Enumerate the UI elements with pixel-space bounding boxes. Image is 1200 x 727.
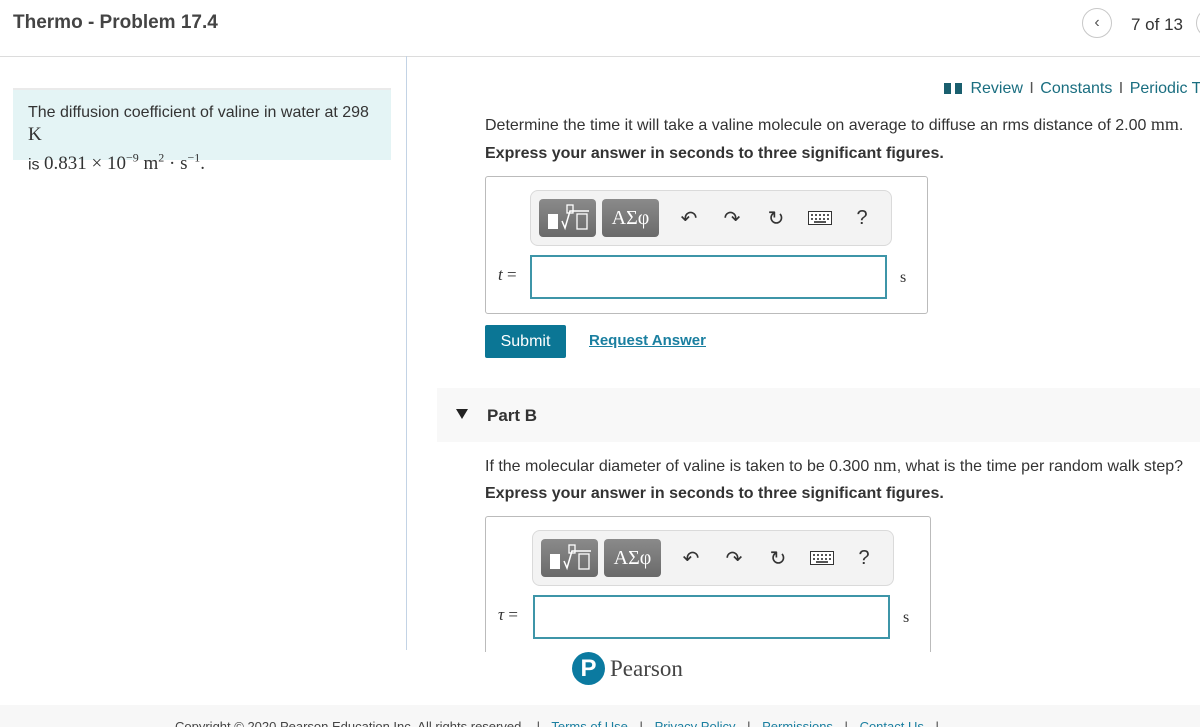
answer-variable-label: t = bbox=[498, 265, 517, 284]
pearson-logo-icon: P bbox=[572, 652, 605, 685]
part-a-answer-box: ΑΣφ ↶ ↷ ↻ ? t = s bbox=[485, 176, 928, 314]
keyboard-icon[interactable] bbox=[809, 545, 835, 571]
chevron-left-icon: ‹ bbox=[1094, 14, 1100, 31]
intro-value: 0.831 × 10−9 m2 · s−1. bbox=[44, 151, 206, 175]
intro-temp-unit: K bbox=[28, 124, 42, 145]
separator: I bbox=[1029, 80, 1034, 97]
problem-position: 7 of 13 bbox=[1131, 15, 1183, 34]
symbols-button[interactable]: ΑΣφ bbox=[604, 539, 661, 577]
symbols-button[interactable]: ΑΣφ bbox=[602, 199, 659, 237]
part-b-instruction: Express your answer in seconds to three … bbox=[485, 485, 944, 502]
redo-icon[interactable]: ↷ bbox=[721, 545, 747, 571]
reset-icon[interactable]: ↻ bbox=[763, 205, 789, 231]
math-toolbar: ΑΣφ ↶ ↷ ↻ ? bbox=[532, 530, 894, 586]
undo-icon[interactable]: ↶ bbox=[676, 205, 702, 231]
part-b-title: Part B bbox=[487, 406, 538, 425]
terms-of-use-link[interactable]: Terms of Use bbox=[551, 719, 628, 727]
permissions-link[interactable]: Permissions bbox=[762, 719, 833, 727]
periodic-table-link[interactable]: Periodic Table bbox=[1130, 80, 1200, 97]
part-a-instruction: Express your answer in seconds to three … bbox=[485, 145, 944, 162]
submit-button[interactable]: Submit bbox=[485, 325, 566, 358]
math-toolbar: ΑΣφ ↶ ↷ ↻ ? bbox=[530, 190, 892, 246]
answer-unit: s bbox=[900, 269, 907, 286]
next-problem-button[interactable] bbox=[1196, 8, 1200, 38]
pearson-logo: P Pearson bbox=[572, 652, 683, 685]
previous-problem-button[interactable]: ‹ bbox=[1082, 8, 1112, 38]
panel-divider bbox=[406, 56, 407, 650]
templates-sqrt-icon bbox=[547, 204, 589, 231]
part-a-question: Determine the time it will take a valine… bbox=[485, 114, 1184, 134]
intro-prefix: is bbox=[28, 156, 44, 174]
book-icon bbox=[944, 81, 963, 94]
answer-unit: s bbox=[903, 609, 910, 626]
page-title: Thermo - Problem 17.4 bbox=[13, 12, 218, 33]
review-link[interactable]: Review bbox=[970, 80, 1022, 97]
constants-link[interactable]: Constants bbox=[1040, 80, 1112, 97]
help-button[interactable]: ? bbox=[849, 205, 875, 231]
resources-links: Review I Constants I Periodic Table bbox=[944, 80, 1200, 98]
reset-icon[interactable]: ↻ bbox=[765, 545, 791, 571]
contact-us-link[interactable]: Contact Us bbox=[860, 719, 924, 727]
part-b-answer-box: ΑΣφ ↶ ↷ ↻ ? τ = s bbox=[485, 516, 931, 652]
separator: I bbox=[1118, 80, 1124, 97]
keyboard-icon[interactable] bbox=[807, 205, 833, 231]
pearson-wordmark: Pearson bbox=[610, 655, 683, 681]
redo-icon[interactable]: ↷ bbox=[719, 205, 745, 231]
copyright-text: Copyright © 2020 Pearson Education Inc. … bbox=[175, 719, 525, 727]
request-answer-link[interactable]: Request Answer bbox=[589, 332, 706, 349]
templates-button[interactable] bbox=[539, 199, 596, 237]
part-b-question: If the molecular diameter of valine is t… bbox=[485, 455, 1184, 475]
templates-sqrt-icon bbox=[549, 544, 591, 571]
part-b-header[interactable]: Part B bbox=[437, 388, 1200, 442]
top-bar: Thermo - Problem 17.4 ‹ 7 of 13 bbox=[0, 0, 1200, 57]
intro-text: The diffusion coefficient of valine in w… bbox=[28, 104, 369, 121]
collapse-triangle-icon[interactable] bbox=[456, 409, 468, 419]
answer-variable-label: τ = bbox=[498, 605, 518, 624]
answer-input[interactable] bbox=[530, 255, 887, 299]
help-button[interactable]: ? bbox=[851, 545, 877, 571]
templates-button[interactable] bbox=[541, 539, 598, 577]
footer: Copyright © 2020 Pearson Education Inc. … bbox=[0, 705, 1200, 727]
privacy-policy-link[interactable]: Privacy Policy bbox=[655, 719, 736, 727]
answer-input[interactable] bbox=[533, 595, 890, 639]
undo-icon[interactable]: ↶ bbox=[678, 545, 704, 571]
problem-intro: The diffusion coefficient of valine in w… bbox=[13, 88, 391, 174]
